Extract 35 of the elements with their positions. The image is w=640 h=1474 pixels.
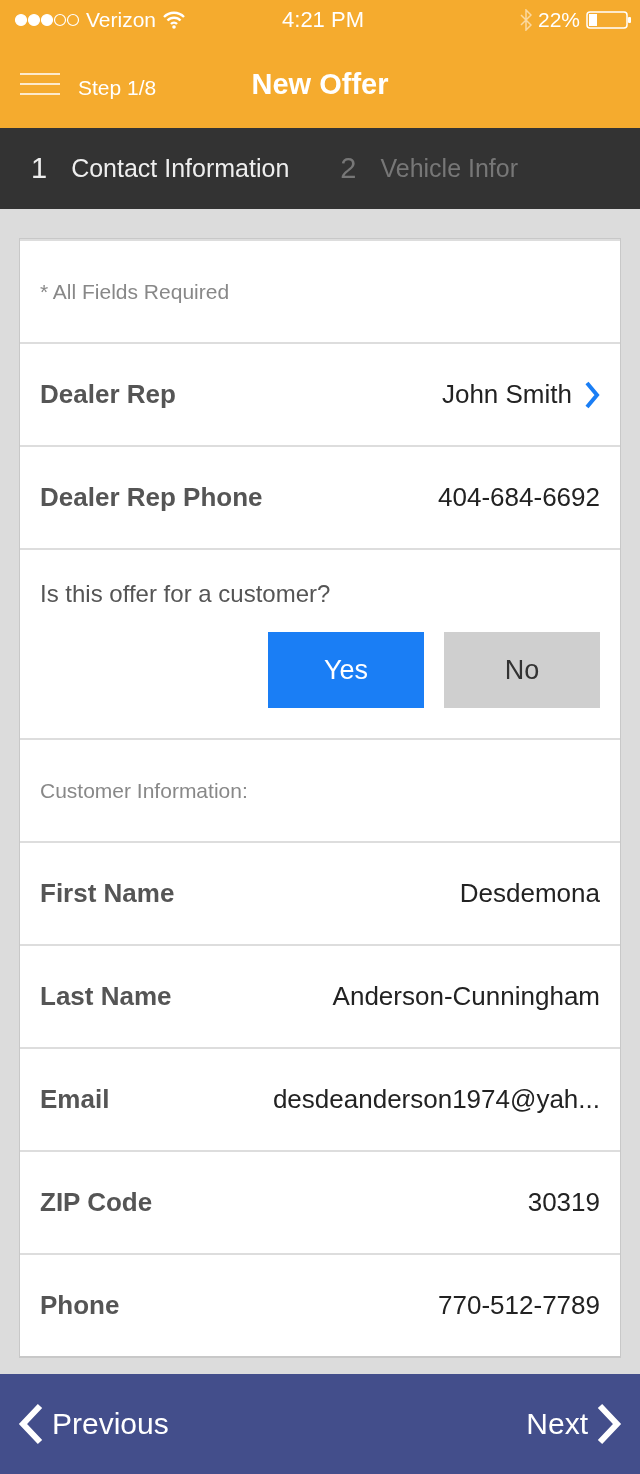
field-label: Dealer Rep Phone bbox=[40, 482, 263, 513]
step-tab[interactable]: 1 Contact Information bbox=[0, 128, 310, 209]
field-value[interactable]: 770-512-7789 bbox=[438, 1290, 600, 1321]
menu-icon bbox=[20, 73, 60, 95]
field-label: First Name bbox=[40, 878, 175, 909]
clock-time: 4:21 PM bbox=[282, 7, 364, 33]
chevron-left-icon bbox=[18, 1403, 44, 1445]
field-value[interactable]: 404-684-6692 bbox=[438, 482, 600, 513]
next-button[interactable]: Next bbox=[526, 1403, 622, 1445]
question-text: Is this offer for a customer? bbox=[40, 580, 332, 608]
chevron-right-icon bbox=[596, 1403, 622, 1445]
field-label: Last Name bbox=[40, 981, 172, 1012]
picker-row[interactable]: Dealer Rep John Smith bbox=[20, 342, 620, 445]
carrier-name: Verizon bbox=[86, 8, 157, 32]
signal-icon bbox=[14, 13, 80, 27]
field-value[interactable]: Anderson-Cunningham bbox=[332, 981, 600, 1012]
section-note: * All Fields Required bbox=[40, 279, 230, 304]
bluetooth-icon bbox=[519, 9, 532, 31]
chevron-right-icon bbox=[584, 380, 600, 409]
battery-icon bbox=[586, 11, 632, 29]
screen-title: New Offer bbox=[251, 67, 389, 100]
previous-button[interactable]: Previous bbox=[18, 1403, 169, 1445]
step-counter: Step 1/8 bbox=[78, 76, 157, 100]
field-value[interactable]: 30319 bbox=[527, 1187, 600, 1218]
field-value[interactable]: Desdemona bbox=[459, 878, 600, 909]
field-label: Email bbox=[40, 1084, 110, 1115]
field-value[interactable]: desdeanderson1974@yah... bbox=[272, 1084, 600, 1115]
choice-button[interactable]: Yes bbox=[268, 632, 424, 708]
field-label: Phone bbox=[40, 1290, 120, 1321]
battery-percent: 22% bbox=[537, 8, 580, 32]
field-label: ZIP Code bbox=[40, 1187, 153, 1218]
wifi-icon bbox=[162, 11, 187, 29]
menu-button[interactable] bbox=[20, 73, 60, 95]
choice-button[interactable]: No bbox=[444, 632, 600, 708]
section-note: Customer Information: bbox=[40, 778, 248, 803]
